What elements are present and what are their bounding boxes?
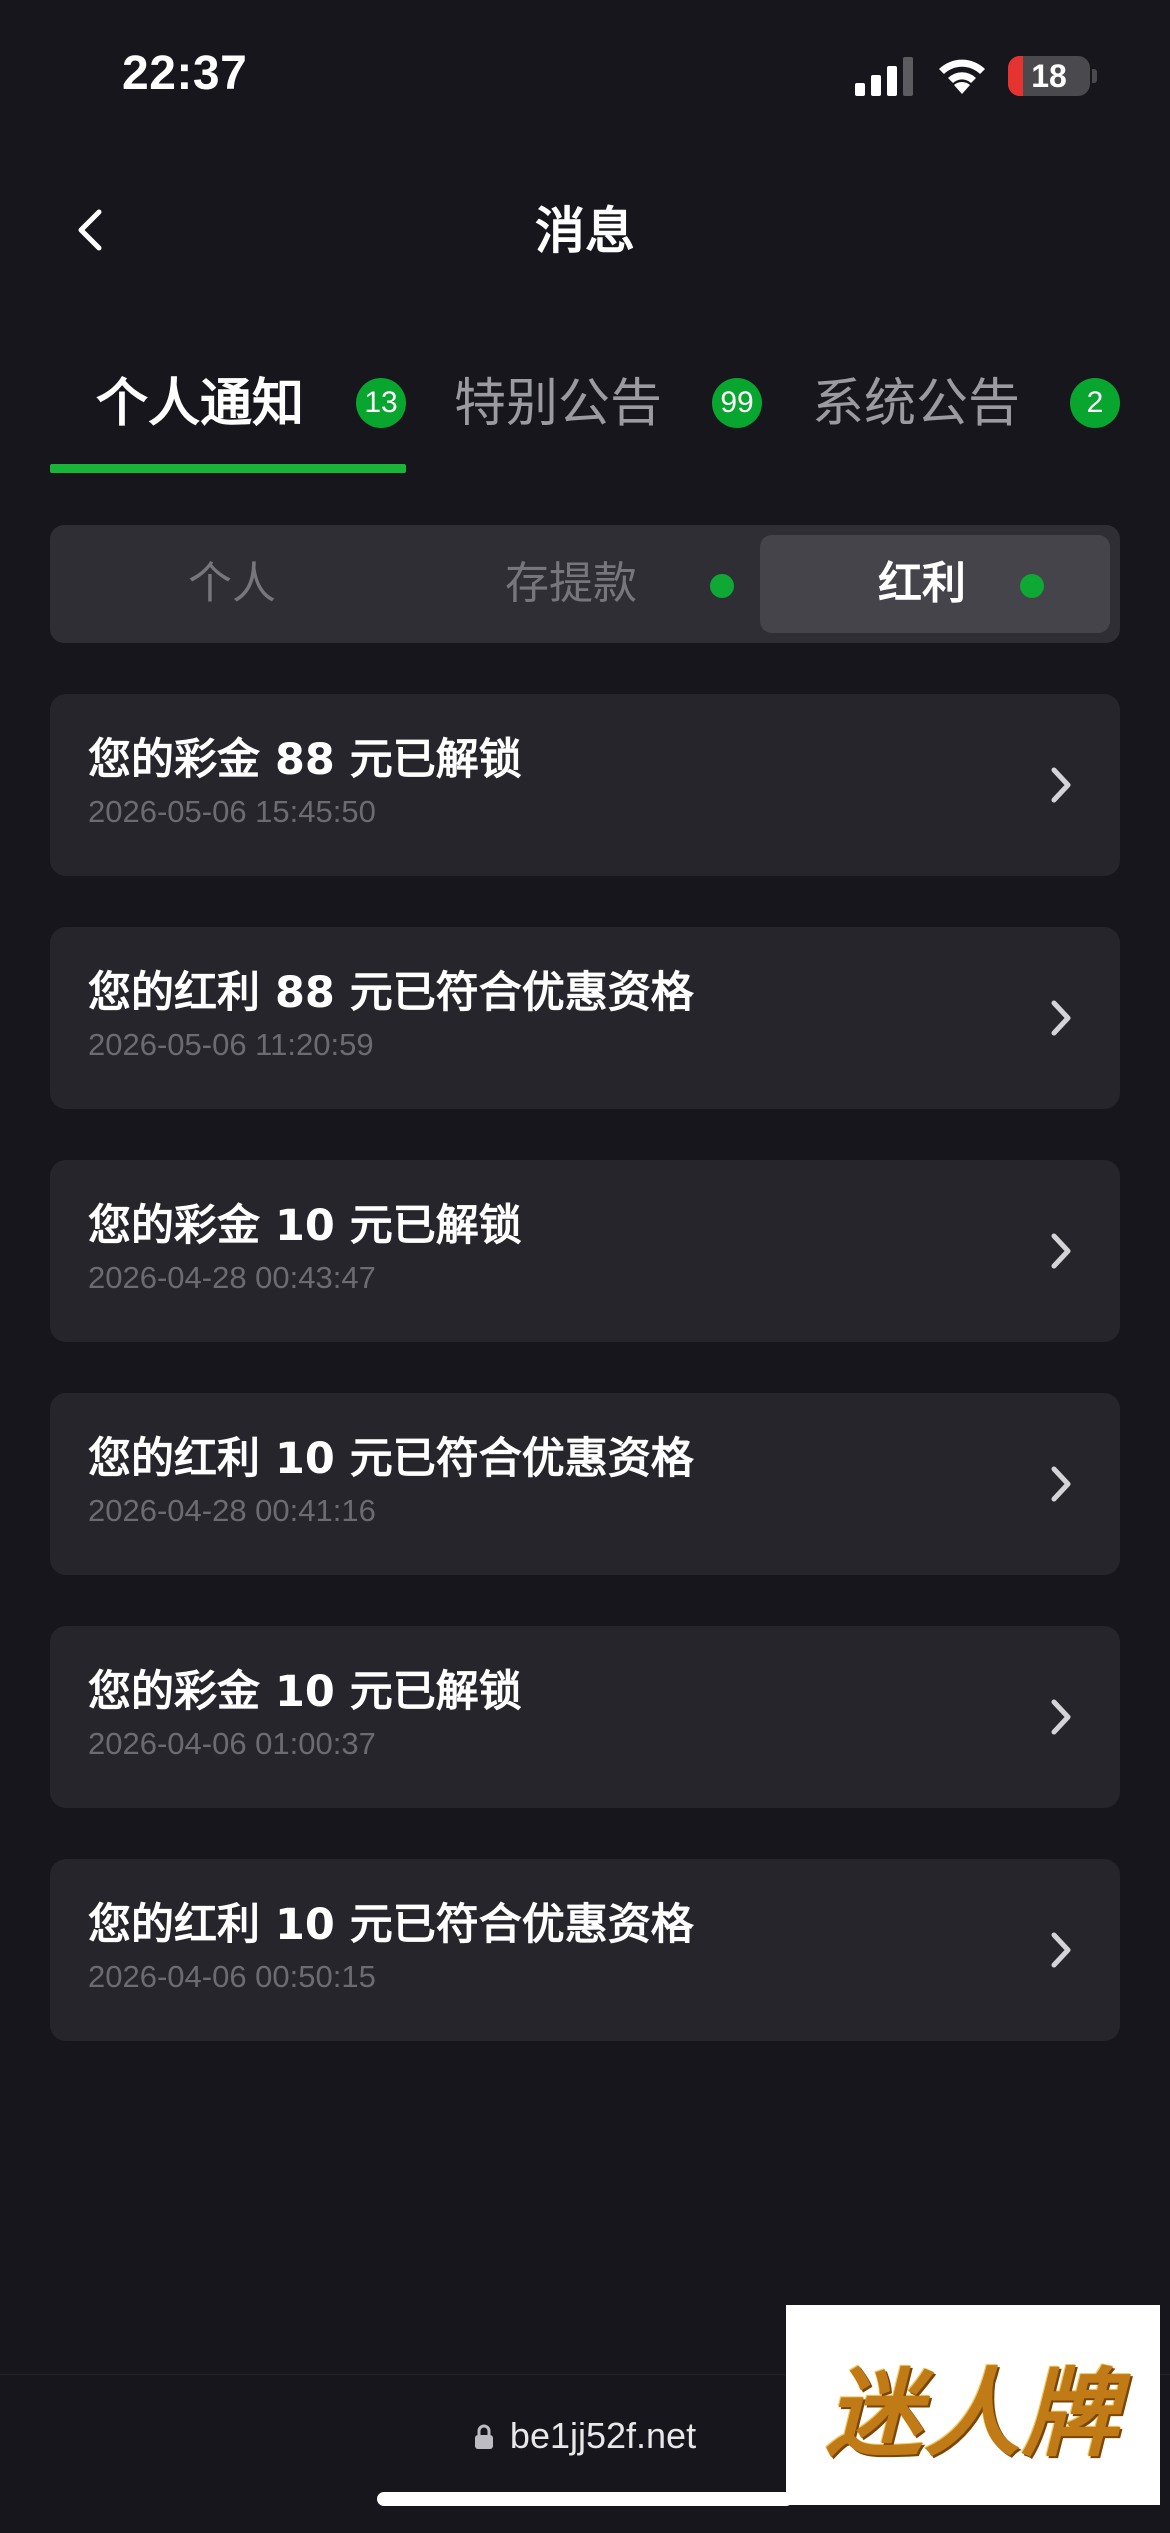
category-segmented-control: 个人 存提款 红利 — [50, 525, 1120, 643]
notification-tabs: 个人通知 13 特别公告 99 系统公告 2 — [0, 360, 1170, 480]
tab-badge-count: 2 — [1070, 378, 1120, 428]
message-item[interactable]: 您的红利 88 元已符合优惠资格 2026-05-06 11:20:59 — [50, 927, 1120, 1109]
chevron-right-icon — [1051, 1000, 1071, 1036]
message-timestamp: 2026-05-06 15:45:50 — [88, 794, 376, 829]
subtab-bonus[interactable]: 红利 — [760, 535, 1110, 633]
tab-label: 系统公告 — [812, 374, 1021, 434]
subtab-label: 红利 — [878, 558, 966, 609]
tab-system-announcement[interactable]: 系统公告 2 — [780, 360, 1170, 480]
tab-personal-notice[interactable]: 个人通知 13 — [0, 360, 420, 480]
watermark-logo: 迷人牌 — [786, 2305, 1160, 2505]
message-timestamp: 2026-04-28 00:41:16 — [88, 1493, 376, 1528]
battery-indicator: 18 — [1008, 56, 1090, 96]
active-tab-indicator — [50, 464, 406, 473]
tab-label: 个人通知 — [96, 374, 305, 434]
battery-tip — [1092, 69, 1097, 83]
lock-icon — [474, 2424, 493, 2449]
home-indicator[interactable] — [377, 2492, 793, 2506]
message-timestamp: 2026-04-06 00:50:15 — [88, 1959, 376, 1994]
message-item[interactable]: 您的彩金 88 元已解锁 2026-05-06 15:45:50 — [50, 694, 1120, 876]
message-item[interactable]: 您的红利 10 元已符合优惠资格 2026-04-06 00:50:15 — [50, 1859, 1120, 2041]
message-item[interactable]: 您的彩金 10 元已解锁 2026-04-28 00:43:47 — [50, 1160, 1120, 1342]
message-item[interactable]: 您的红利 10 元已符合优惠资格 2026-04-28 00:41:16 — [50, 1393, 1120, 1575]
status-time: 22:37 — [122, 47, 248, 100]
chevron-right-icon — [1051, 1466, 1071, 1502]
message-title: 您的彩金 88 元已解锁 — [88, 735, 522, 785]
battery-level: 18 — [1031, 58, 1067, 94]
unread-dot — [710, 574, 734, 598]
url-text: be1jj52f.net — [509, 2415, 697, 2456]
chevron-right-icon — [1051, 767, 1071, 803]
watermark-text: 迷人牌 — [826, 2356, 1120, 2470]
wifi-icon — [939, 59, 985, 94]
page-title: 消息 — [535, 202, 635, 260]
tab-badge-count: 99 — [712, 378, 762, 428]
message-title: 您的红利 88 元已符合优惠资格 — [88, 968, 694, 1018]
subtab-label: 个人 — [188, 558, 276, 609]
chevron-right-icon — [1051, 1699, 1071, 1735]
message-timestamp: 2026-05-06 11:20:59 — [88, 1027, 374, 1062]
subtab-personal[interactable]: 个人 — [60, 535, 410, 633]
message-timestamp: 2026-04-28 00:43:47 — [88, 1260, 376, 1295]
message-list: 您的彩金 88 元已解锁 2026-05-06 15:45:50 您的红利 88… — [50, 694, 1120, 2092]
chevron-right-icon — [1051, 1233, 1071, 1269]
unread-dot — [1020, 574, 1044, 598]
subtab-label: 存提款 — [505, 558, 637, 609]
message-timestamp: 2026-04-06 01:00:37 — [88, 1726, 376, 1761]
cellular-signal-icon — [855, 57, 913, 96]
message-title: 您的彩金 10 元已解锁 — [88, 1201, 522, 1251]
message-title: 您的红利 10 元已符合优惠资格 — [88, 1900, 694, 1950]
chevron-right-icon — [1051, 1932, 1071, 1968]
message-item[interactable]: 您的彩金 10 元已解锁 2026-04-06 01:00:37 — [50, 1626, 1120, 1808]
message-title: 您的彩金 10 元已解锁 — [88, 1667, 522, 1717]
status-bar: 22:37 18 — [0, 0, 1170, 150]
tab-label: 特别公告 — [454, 374, 663, 434]
tab-badge-count: 13 — [356, 378, 406, 428]
message-title: 您的红利 10 元已符合优惠资格 — [88, 1434, 694, 1484]
tab-special-announcement[interactable]: 特别公告 99 — [420, 360, 780, 480]
subtab-deposit-withdraw[interactable]: 存提款 — [410, 535, 760, 633]
